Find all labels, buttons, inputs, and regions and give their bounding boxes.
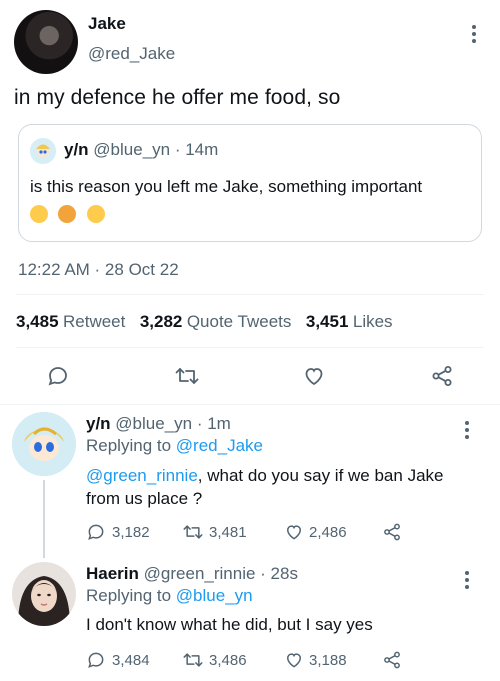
retweet-count[interactable]: 3,485 <box>16 312 59 331</box>
reply-author-name[interactable]: y/n <box>86 414 111 433</box>
retweet-label[interactable]: Retweet <box>63 312 125 331</box>
quote-label[interactable]: Quote Tweets <box>187 312 292 331</box>
quote-header: y/n @blue_yn · 14m <box>64 140 218 160</box>
replying-to: Replying to @red_Jake <box>86 436 263 456</box>
replying-to-prefix: Replying to <box>86 436 172 455</box>
reply-icon[interactable] <box>86 522 106 542</box>
retweet-icon[interactable] <box>174 364 200 388</box>
retweet-count: 3,481 <box>209 524 247 541</box>
replying-to-prefix: Replying to <box>86 586 172 605</box>
steam-emoji-icon <box>86 205 105 223</box>
reply-time[interactable]: · 28s <box>260 564 298 583</box>
reply-time[interactable]: · 1m <box>197 414 231 433</box>
divider <box>0 404 500 405</box>
quote-avatar <box>30 138 56 164</box>
heart-icon[interactable] <box>284 522 304 542</box>
share-icon[interactable] <box>430 364 454 388</box>
divider <box>16 294 484 295</box>
more-icon[interactable] <box>465 418 469 442</box>
quote-text: is this reason you left me Jake, somethi… <box>30 177 423 196</box>
reply-actions: 3,484 3,486 3,188 <box>86 650 466 670</box>
heart-icon[interactable] <box>284 650 304 670</box>
quote-name: y/n <box>64 140 89 159</box>
more-icon[interactable] <box>472 22 476 46</box>
reply-actions: 3,182 3,481 2,486 <box>86 522 466 542</box>
reply-icon[interactable] <box>86 650 106 670</box>
tweet-stats: 3,485 Retweet 3,282 Quote Tweets 3,451 L… <box>16 312 393 332</box>
share-icon[interactable] <box>382 522 402 542</box>
reply-author-handle[interactable]: @blue_yn <box>115 414 192 433</box>
like-label[interactable]: Likes <box>353 312 393 331</box>
retweet-icon[interactable] <box>182 650 204 670</box>
like-count[interactable]: 3,451 <box>306 312 349 331</box>
timestamp[interactable]: 12:22 AM · 28 Oct 22 <box>18 260 179 280</box>
author-handle[interactable]: @red_Jake <box>88 44 175 64</box>
reply-header: Haerin @green_rinnie · 28s <box>86 564 298 584</box>
reply-count: 3,484 <box>112 652 150 669</box>
replying-to-link[interactable]: @red_Jake <box>176 436 263 455</box>
reply-text: @green_rinnie, what do you say if we ban… <box>86 464 466 510</box>
reply-icon[interactable] <box>46 364 70 388</box>
reply-author-handle[interactable]: @green_rinnie <box>144 564 256 583</box>
avatar[interactable] <box>14 10 78 74</box>
reply-author-name[interactable]: Haerin <box>86 564 139 583</box>
quote-count[interactable]: 3,282 <box>140 312 183 331</box>
replying-to-link[interactable]: @blue_yn <box>176 586 253 605</box>
like-count: 3,188 <box>309 652 347 669</box>
replying-to: Replying to @blue_yn <box>86 586 253 606</box>
quote-time: · 14m <box>174 140 219 159</box>
like-count: 2,486 <box>309 524 347 541</box>
tweet-text: in my defence he offer me food, so <box>14 86 341 109</box>
angry-emoji-icon <box>58 205 77 223</box>
reply-count: 3,182 <box>112 524 150 541</box>
retweet-icon[interactable] <box>182 522 204 542</box>
quote-emojis <box>30 205 111 225</box>
reply-text: I don't know what he did, but I say yes <box>86 615 373 634</box>
more-icon[interactable] <box>465 568 469 592</box>
unamused-emoji-icon <box>30 205 48 223</box>
share-icon[interactable] <box>382 650 402 670</box>
thread-line <box>43 480 45 558</box>
mention-link[interactable]: @green_rinnie <box>86 466 198 485</box>
avatar[interactable] <box>12 562 76 626</box>
author-name[interactable]: Jake <box>88 14 126 34</box>
reply-header: y/n @blue_yn · 1m <box>86 414 231 434</box>
divider <box>16 347 484 348</box>
heart-icon[interactable] <box>302 364 326 388</box>
retweet-count: 3,486 <box>209 652 247 669</box>
quote-handle: @blue_yn <box>93 140 171 159</box>
avatar[interactable] <box>12 412 76 476</box>
